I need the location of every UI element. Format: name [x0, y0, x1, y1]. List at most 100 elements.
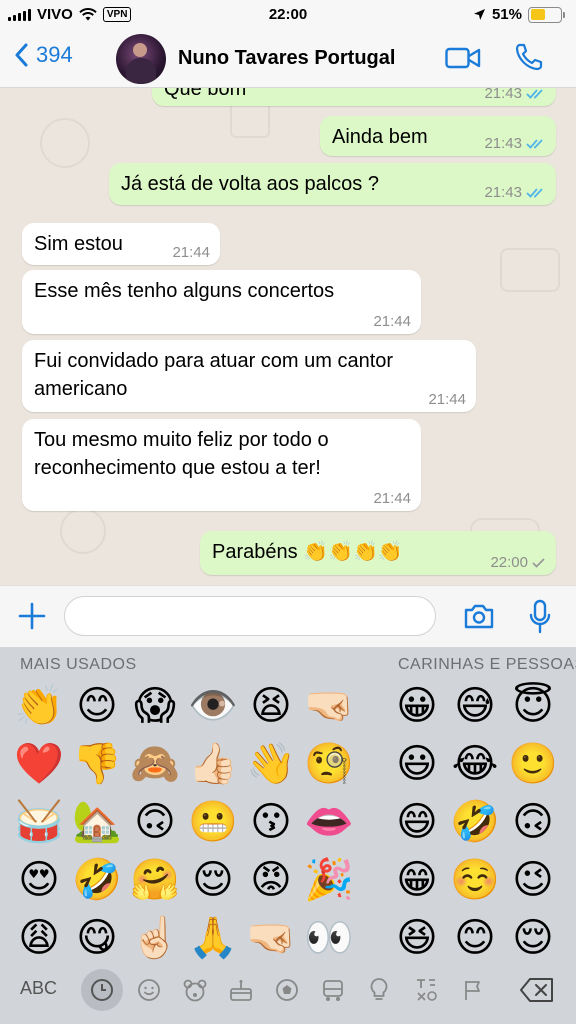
emoji-key[interactable]: 😊	[448, 911, 502, 965]
wallpaper-doodle	[40, 118, 90, 168]
message-time: 21:43	[484, 88, 522, 102]
emoji-key[interactable]: 😊	[70, 679, 124, 733]
message-text: Fui convidado para atuar com um cantor	[34, 350, 394, 372]
emoji-key[interactable]: 🥁	[12, 795, 66, 849]
emoji-key[interactable]: 😉	[506, 853, 560, 907]
abc-button[interactable]: ABC	[20, 978, 57, 999]
emoji-key[interactable]: 🤣	[70, 853, 124, 907]
emoji-key[interactable]: 😬	[186, 795, 240, 849]
emoji-key[interactable]: ☝🏻	[128, 911, 182, 965]
emoji-key[interactable]: 🙃	[506, 795, 560, 849]
emoji-key[interactable]: 😀	[390, 679, 444, 733]
message-input[interactable]	[64, 596, 436, 636]
message-time: 21:44	[373, 313, 411, 330]
emoji-key[interactable]: 😄	[390, 795, 444, 849]
emoji-key[interactable]: 🤣	[448, 795, 502, 849]
emoji-key[interactable]: 😆	[390, 911, 444, 965]
emoji-key[interactable]: 😂	[448, 737, 502, 791]
message-time: 21:43	[484, 184, 522, 201]
smiley-icon[interactable]	[133, 974, 165, 1006]
wallpaper-doodle	[60, 508, 106, 554]
emoji-key[interactable]: 👁️	[186, 679, 240, 733]
emoji-key[interactable]: 🤗	[128, 853, 182, 907]
status-bar: VIVO VPN 22:00 51%	[0, 0, 576, 30]
message-bubble-incoming[interactable]: Tou mesmo muito feliz por todo o reconhe…	[22, 419, 421, 511]
emoji-key[interactable]: 😋	[70, 911, 124, 965]
message-text: Parabéns 👏👏👏👏	[212, 541, 403, 563]
read-ticks-icon	[526, 89, 543, 99]
emoji-key[interactable]: 😌	[506, 911, 560, 965]
battery-percent: 51%	[491, 6, 522, 23]
message-list[interactable]: Que bom 21:43 Ainda bem 21:43 Já está de…	[0, 88, 576, 585]
section-faces-title: CARINHAS E PESSOAS	[398, 656, 576, 673]
emoji-key[interactable]: 😁	[390, 853, 444, 907]
emoji-key[interactable]: 😡	[244, 853, 298, 907]
message-text: Já está de volta aos palcos ?	[121, 173, 379, 195]
message-text-line2: americano	[34, 378, 128, 400]
emoji-key[interactable]: 🙈	[128, 737, 182, 791]
emoji-key[interactable]: 🏡	[70, 795, 124, 849]
emoji-key[interactable]: 😩	[12, 911, 66, 965]
clock-icon[interactable]	[81, 969, 123, 1011]
chevron-left-icon	[15, 43, 28, 67]
message-bubble-incoming[interactable]: Sim estou 21:44	[22, 223, 220, 265]
chat-header: 394 Nuno Tavares Portugal	[0, 30, 576, 88]
phone-icon[interactable]	[514, 42, 544, 72]
emoji-key[interactable]: 🙃	[128, 795, 182, 849]
emoji-key[interactable]: 😱	[128, 679, 182, 733]
emoji-key[interactable]: 🎉	[302, 853, 356, 907]
emoji-key[interactable]: 😗	[244, 795, 298, 849]
emoji-key[interactable]: 🙂	[506, 737, 560, 791]
battery-icon	[528, 6, 565, 23]
car-icon[interactable]	[317, 974, 349, 1006]
location-arrow-icon	[473, 9, 485, 20]
flag-icon[interactable]	[457, 974, 489, 1006]
message-bubble-outgoing[interactable]: Ainda bem 21:43	[320, 116, 556, 156]
message-bubble-incoming[interactable]: Esse mês tenho alguns concertos 21:44	[22, 270, 421, 334]
message-time: 21:44	[428, 391, 466, 408]
message-time: 22:00	[490, 554, 528, 571]
emoji-key[interactable]: 😌	[186, 853, 240, 907]
plus-icon[interactable]	[18, 602, 46, 630]
contact-avatar[interactable]	[116, 34, 166, 84]
emoji-key[interactable]: 👄	[302, 795, 356, 849]
emoji-key[interactable]: 😇	[506, 679, 560, 733]
emoji-key[interactable]: ☺️	[448, 853, 502, 907]
back-button[interactable]: 394	[14, 42, 73, 68]
emoji-key[interactable]: 😅	[448, 679, 502, 733]
emoji-key[interactable]: 😍	[12, 853, 66, 907]
message-bubble-outgoing[interactable]: Parabéns 👏👏👏👏 22:00	[200, 531, 556, 575]
emoji-key[interactable]: 😫	[244, 679, 298, 733]
video-call-icon[interactable]	[445, 46, 481, 70]
message-text: Sim estou	[34, 233, 123, 255]
contact-name[interactable]: Nuno Tavares Portugal	[178, 47, 395, 70]
emoji-key[interactable]: 👏	[12, 679, 66, 733]
message-bubble-incoming[interactable]: Fui convidado para atuar com um cantor a…	[22, 340, 476, 412]
symbols-icon[interactable]	[411, 974, 443, 1006]
emoji-key[interactable]: 👋	[244, 737, 298, 791]
bear-icon[interactable]	[179, 974, 211, 1006]
camera-icon[interactable]	[463, 602, 495, 630]
battery-fill	[530, 9, 546, 20]
emoji-key[interactable]: 🤜🏻	[302, 679, 356, 733]
message-bubble-outgoing[interactable]: Que bom 21:43	[152, 88, 556, 106]
bulb-icon[interactable]	[363, 974, 395, 1006]
cake-icon[interactable]	[225, 974, 257, 1006]
emoji-key[interactable]: ❤️	[12, 737, 66, 791]
message-text: Que bom	[164, 88, 247, 100]
message-time: 21:44	[373, 490, 411, 507]
emoji-key[interactable]: 🧐	[302, 737, 356, 791]
emoji-key[interactable]: 👎	[70, 737, 124, 791]
message-bubble-outgoing[interactable]: Já está de volta aos palcos ? 21:43	[109, 163, 556, 205]
keyboard-category-bar: ABC	[0, 958, 576, 1024]
message-text: Tou mesmo muito feliz por todo o	[34, 429, 329, 451]
emoji-key[interactable]: 👀	[302, 911, 356, 965]
ball-icon[interactable]	[271, 974, 303, 1006]
delete-backspace-icon[interactable]	[519, 976, 555, 1004]
emoji-key[interactable]: 🤜🏻	[244, 911, 298, 965]
emoji-key[interactable]: 🙏	[186, 911, 240, 965]
emoji-key[interactable]: 😃	[390, 737, 444, 791]
unread-count: 394	[36, 42, 73, 67]
microphone-icon[interactable]	[528, 599, 552, 635]
emoji-key[interactable]: 👍🏻	[186, 737, 240, 791]
